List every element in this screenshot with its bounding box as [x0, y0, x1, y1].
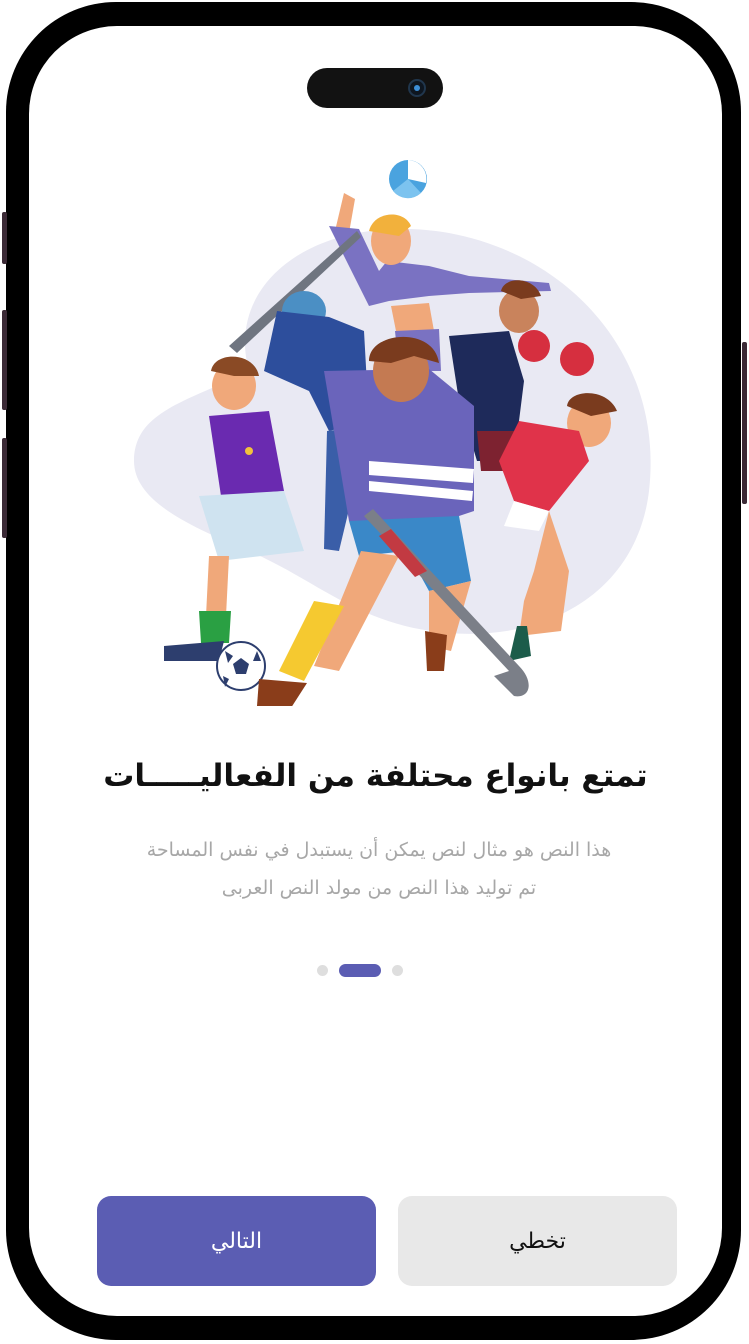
pagination-dot-1[interactable] — [317, 965, 328, 976]
pagination-dot-2-active[interactable] — [339, 964, 381, 977]
volume-down-button — [2, 438, 7, 538]
volume-up-button — [2, 310, 7, 410]
onboarding-description: هذا النص هو مثال لنص يمكن أن يستبدل في ن… — [79, 831, 679, 907]
dynamic-island — [307, 68, 443, 108]
sports-players-illustration — [134, 160, 651, 706]
pagination-dots — [29, 963, 722, 977]
onboarding-title: تمتع بانواع محتلفة من الفعاليـــــات — [103, 758, 648, 794]
skip-button[interactable]: تخطي — [398, 1196, 677, 1286]
action-button — [2, 212, 7, 264]
pagination-dot-3[interactable] — [392, 965, 403, 976]
description-line-2: تم توليد هذا النص من مولد النص العربى — [221, 877, 537, 899]
power-button — [742, 342, 747, 504]
camera-icon — [408, 79, 426, 97]
next-button[interactable]: التالي — [97, 1196, 376, 1286]
volleyball-icon — [389, 160, 427, 199]
app-screen: تمتع بانواع محتلفة من الفعاليـــــات هذا… — [29, 26, 722, 1316]
soccer-ball-icon — [216, 641, 266, 691]
description-line-1: هذا النص هو مثال لنص يمكن أن يستبدل في ن… — [146, 839, 612, 861]
